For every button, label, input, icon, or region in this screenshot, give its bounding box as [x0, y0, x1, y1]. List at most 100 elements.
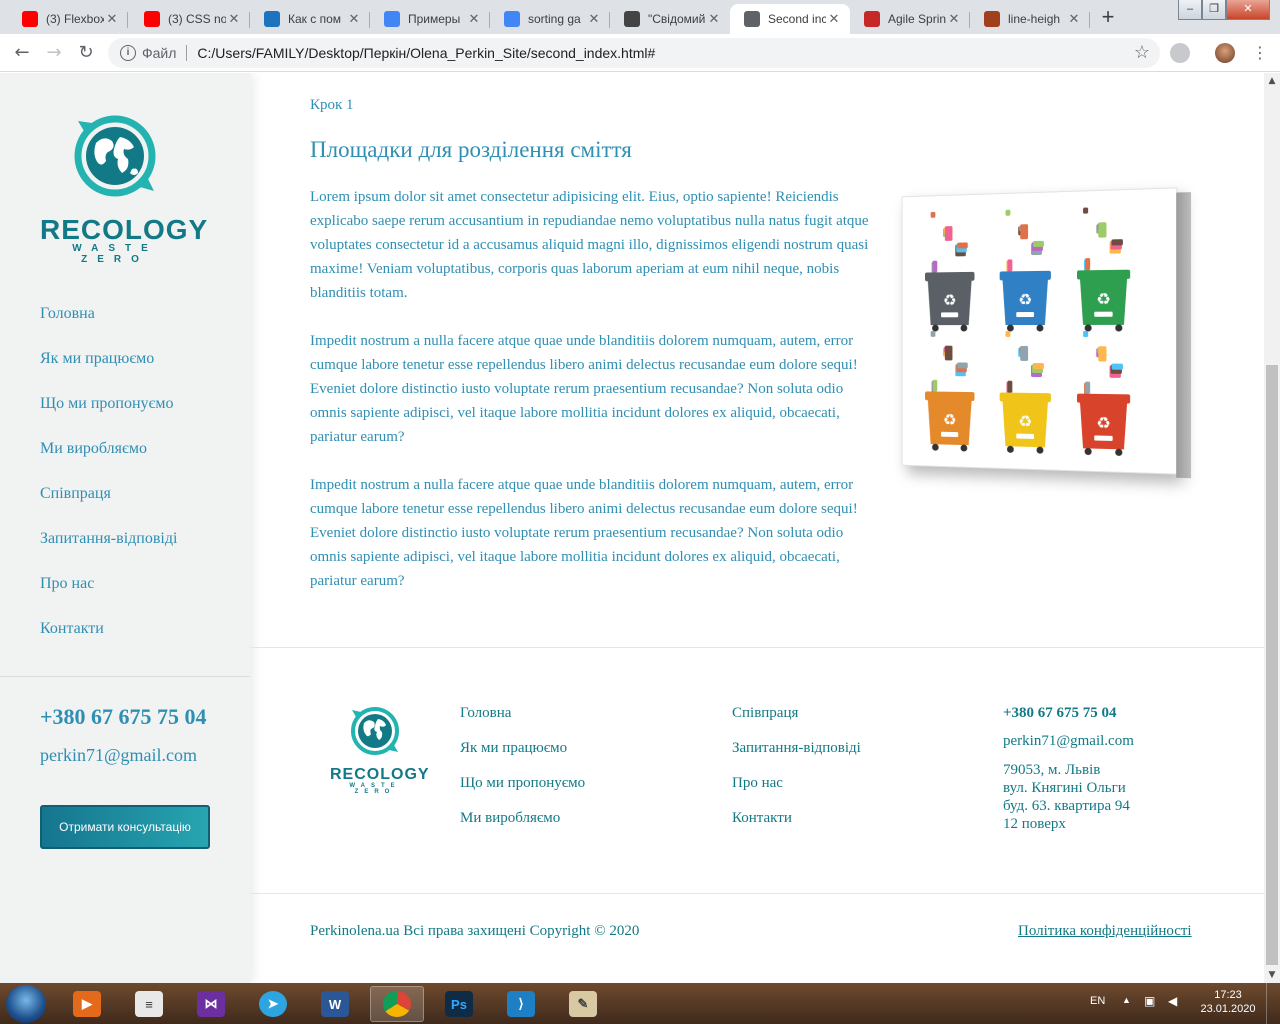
- footer-nav-link[interactable]: Контакти: [732, 810, 861, 845]
- browser-tab[interactable]: line-heigh ✕: [970, 4, 1090, 34]
- sidebar-nav-link[interactable]: Як ми працюємо: [40, 350, 177, 395]
- browser-tab[interactable]: Second inc ✕: [730, 4, 850, 34]
- url-text: C:/Users/FAMILY/Desktop/Перкін/Olena_Per…: [197, 45, 656, 61]
- extension-icon[interactable]: [1170, 43, 1190, 63]
- svg-text:♻: ♻: [1096, 413, 1111, 433]
- globe-icon: [744, 11, 760, 27]
- footer-nav-link[interactable]: Головна: [460, 705, 585, 740]
- tray-expand-icon[interactable]: ▲: [1122, 995, 1131, 1024]
- taskbar-word[interactable]: W: [308, 986, 362, 1022]
- taskbar-chrome[interactable]: [370, 986, 424, 1022]
- tab-close-icon[interactable]: ✕: [104, 11, 120, 27]
- taskbar-vscode[interactable]: ⟩: [494, 986, 548, 1022]
- tab-close-icon[interactable]: ✕: [946, 11, 962, 27]
- sidebar-phone[interactable]: +380 67 675 75 04: [40, 704, 207, 730]
- sidebar-logo[interactable]: RECOLOGY WASTE ZERO: [40, 113, 207, 265]
- profile-avatar[interactable]: [1215, 43, 1235, 63]
- page-scrollbar[interactable]: ▲ ▼: [1264, 73, 1280, 983]
- taskbar-telegram[interactable]: ➤: [246, 986, 300, 1022]
- privacy-policy-link[interactable]: Політика конфіденційності: [1018, 923, 1192, 940]
- scroll-up-icon[interactable]: ▲: [1264, 73, 1280, 89]
- taskbar-visual-studio[interactable]: ⋈: [184, 986, 238, 1022]
- tab-close-icon[interactable]: ✕: [1066, 11, 1082, 27]
- volume-icon[interactable]: ◀: [1168, 994, 1177, 1024]
- browser-toolbar: ← → ↻ i Файл C:/Users/FAMILY/Desktop/Пер…: [0, 34, 1280, 72]
- svg-text:♻: ♻: [1018, 290, 1032, 309]
- browser-tab[interactable]: (3) Flexbox ✕: [8, 4, 128, 34]
- sidebar-nav-link[interactable]: Що ми пропонуємо: [40, 395, 177, 440]
- close-window-button[interactable]: ✕: [1226, 0, 1270, 20]
- tab-close-icon[interactable]: ✕: [466, 11, 482, 27]
- footer-brand-tagline: WASTE ZERO: [349, 783, 401, 795]
- tab-close-icon[interactable]: ✕: [226, 11, 242, 27]
- info-icon[interactable]: i: [120, 45, 136, 61]
- browser-tab[interactable]: (3) CSS no ✕: [130, 4, 250, 34]
- browser-tab[interactable]: sorting ga ✕: [490, 4, 610, 34]
- new-tab-button[interactable]: +: [1094, 4, 1122, 32]
- site-icon: [264, 11, 280, 27]
- sidebar-nav-link[interactable]: Співпраця: [40, 485, 177, 530]
- brick-icon: [984, 11, 1000, 27]
- tab-separator: [127, 12, 128, 28]
- recycling-bin: ♻: [925, 331, 975, 452]
- forward-icon[interactable]: →: [42, 41, 66, 65]
- browser-tab[interactable]: Как с пом ✕: [250, 4, 370, 34]
- browser-tab[interactable]: Agile Sprin ✕: [850, 4, 970, 34]
- tab-close-icon[interactable]: ✕: [586, 11, 602, 27]
- word-icon: W: [321, 991, 349, 1017]
- google-icon: [504, 11, 520, 27]
- footer-nav-link[interactable]: Ми виробляємо: [460, 810, 585, 845]
- bookmark-star-icon[interactable]: ☆: [1134, 42, 1150, 63]
- taskbar-media-player[interactable]: ▶: [60, 986, 114, 1022]
- footer-nav-col1: Головна Як ми працюємо Що ми пропонуємо Ми …: [460, 705, 585, 845]
- url-scheme: Файл: [142, 45, 177, 61]
- sidebar-nav-link[interactable]: Ми виробляємо: [40, 440, 177, 485]
- footer-nav-link[interactable]: Що ми пропонуємо: [460, 775, 585, 810]
- footer-email[interactable]: perkin71@gmail.com: [1003, 733, 1134, 761]
- footer-nav-link[interactable]: Запитання-відповіді: [732, 740, 861, 775]
- browser-tab[interactable]: "Свідомий ✕: [610, 4, 730, 34]
- sidebar-nav-link[interactable]: Запитання-відповіді: [40, 530, 177, 575]
- consultation-button[interactable]: Отримати консультацію: [40, 805, 210, 849]
- media-player-icon: ▶: [73, 991, 101, 1017]
- start-button[interactable]: [6, 985, 46, 1023]
- address-line: буд. 63. квартира 94: [1003, 798, 1130, 814]
- footer-nav-link[interactable]: Про нас: [732, 775, 861, 810]
- footer-logo[interactable]: RECOLOGY WASTE ZERO: [330, 705, 429, 795]
- clock[interactable]: 17:23 23.01.2020: [1200, 989, 1256, 1024]
- footer-nav-link[interactable]: Як ми працюємо: [460, 740, 585, 775]
- sidebar-nav-link[interactable]: Контакти: [40, 620, 177, 665]
- sidebar-nav-link[interactable]: Головна: [40, 305, 177, 350]
- taskbar-paint[interactable]: ✎: [556, 986, 610, 1022]
- footer-nav-link[interactable]: Співпраця: [732, 705, 861, 740]
- network-icon[interactable]: ▣: [1144, 994, 1155, 1024]
- language-indicator[interactable]: EN: [1090, 995, 1105, 1024]
- taskbar-photoshop[interactable]: Ps: [432, 986, 486, 1022]
- reload-icon[interactable]: ↻: [74, 41, 98, 65]
- browser-tab[interactable]: Примеры ✕: [370, 4, 490, 34]
- footer-phone[interactable]: +380 67 675 75 04: [1003, 705, 1134, 733]
- minimize-button[interactable]: ‒: [1178, 0, 1202, 20]
- show-desktop-button[interactable]: [1266, 983, 1280, 1024]
- sidebar-nav-link[interactable]: Про нас: [40, 575, 177, 620]
- taskbar-notepad[interactable]: ≡: [122, 986, 176, 1022]
- scroll-thumb[interactable]: [1266, 365, 1278, 965]
- back-icon[interactable]: ←: [10, 41, 34, 65]
- menu-icon[interactable]: ⋮: [1248, 41, 1272, 65]
- tab-close-icon[interactable]: ✕: [346, 11, 362, 27]
- tab-title: "Свідомий: [648, 12, 706, 26]
- clock-time: 17:23: [1214, 989, 1242, 1001]
- tab-close-icon[interactable]: ✕: [826, 11, 842, 27]
- youtube-icon: [144, 11, 160, 27]
- address-bar[interactable]: i Файл C:/Users/FAMILY/Desktop/Перкін/Ol…: [108, 38, 1160, 68]
- tab-close-icon[interactable]: ✕: [706, 11, 722, 27]
- scroll-down-icon[interactable]: ▼: [1264, 967, 1280, 983]
- google-icon: [384, 11, 400, 27]
- sidebar: RECOLOGY WASTE ZERO Головна Як ми працюєм…: [0, 73, 250, 983]
- sidebar-email[interactable]: perkin71@gmail.com: [40, 745, 197, 766]
- footer-nav-col2: Співпраця Запитання-відповіді Про нас Конта…: [732, 705, 861, 845]
- chrome-icon: [383, 991, 411, 1017]
- maximize-button[interactable]: ❐: [1202, 0, 1226, 20]
- recycling-bin: ♻: [925, 211, 975, 332]
- brand-tagline: WASTE ZERO: [72, 243, 158, 265]
